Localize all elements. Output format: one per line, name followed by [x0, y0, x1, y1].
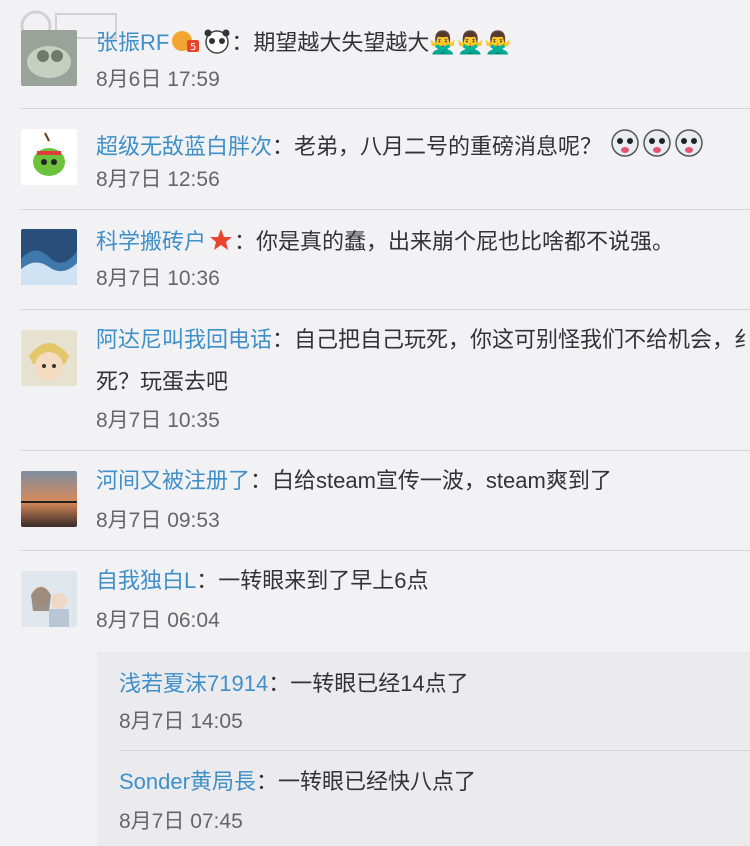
star-badge-icon — [208, 227, 234, 259]
username[interactable]: 阿达尼叫我回电话 — [96, 327, 272, 352]
vip-badge-icon: 5 — [171, 28, 201, 60]
comment-text-continued: 死？玩蛋去吧 — [96, 369, 229, 394]
reply-text: ：一转眼已经14点了 — [268, 671, 469, 696]
avatar[interactable] — [21, 571, 77, 627]
comment-text: ：老弟，八月二号的重磅消息呢？ — [272, 134, 603, 159]
timestamp: 8月7日 12:56 — [96, 168, 220, 191]
reply-1: 浅若夏沫71914：一转眼已经14点了 — [119, 671, 469, 697]
avatar[interactable] — [21, 30, 77, 86]
husky-emoji-icon — [610, 128, 706, 164]
timestamp: 8月7日 10:35 — [96, 409, 220, 432]
timestamp: 8月7日 14:05 — [119, 710, 243, 733]
reply-2: Sonder黄局長：一转眼已经快八点了 — [119, 769, 476, 795]
divider — [21, 309, 750, 310]
divider — [21, 550, 750, 551]
username[interactable]: 河间又被注册了 — [96, 468, 250, 493]
comment-text: ：自己把自己玩死，你这可别怪我们不给机会，纟 — [272, 327, 750, 352]
comment-text: ：一转眼来到了早上6点 — [196, 568, 429, 593]
divider — [21, 209, 750, 210]
reply-thread: 浅若夏沫71914：一转眼已经14点了 8月7日 14:05 Sonder黄局長… — [97, 652, 750, 846]
reply-text: ：一转眼已经快八点了 — [255, 769, 476, 794]
username[interactable]: 浅若夏沫71914 — [119, 671, 268, 696]
username[interactable]: 超级无敌蓝白胖次 — [96, 134, 272, 159]
username[interactable]: Sonder黄局長 — [119, 769, 256, 794]
comment-text: ：你是真的蠢，出来崩个屁也比啥都不说强。 — [234, 229, 675, 254]
username[interactable]: 自我独白L — [96, 568, 196, 593]
divider — [119, 750, 750, 751]
comment-text: ：期望越大失望越大🙅‍♂️🙅‍♂️🙅‍♂️ — [231, 30, 512, 55]
timestamp: 8月6日 17:59 — [96, 68, 220, 91]
timestamp: 8月7日 10:36 — [96, 267, 220, 290]
divider — [21, 450, 750, 451]
username[interactable]: 张振RF — [96, 30, 169, 55]
avatar[interactable] — [21, 330, 77, 386]
divider — [21, 108, 750, 109]
username[interactable]: 科学搬砖户 — [96, 229, 206, 254]
timestamp: 8月7日 09:53 — [96, 509, 220, 532]
panda-icon — [203, 28, 231, 60]
timestamp: 8月7日 06:04 — [96, 609, 220, 632]
avatar[interactable] — [21, 229, 77, 285]
svg-text:5: 5 — [190, 42, 196, 53]
avatar[interactable] — [21, 471, 77, 527]
avatar[interactable] — [21, 129, 77, 185]
timestamp: 8月7日 07:45 — [119, 810, 243, 833]
comment-text: ：白给steam宣传一波，steam爽到了 — [250, 468, 612, 493]
